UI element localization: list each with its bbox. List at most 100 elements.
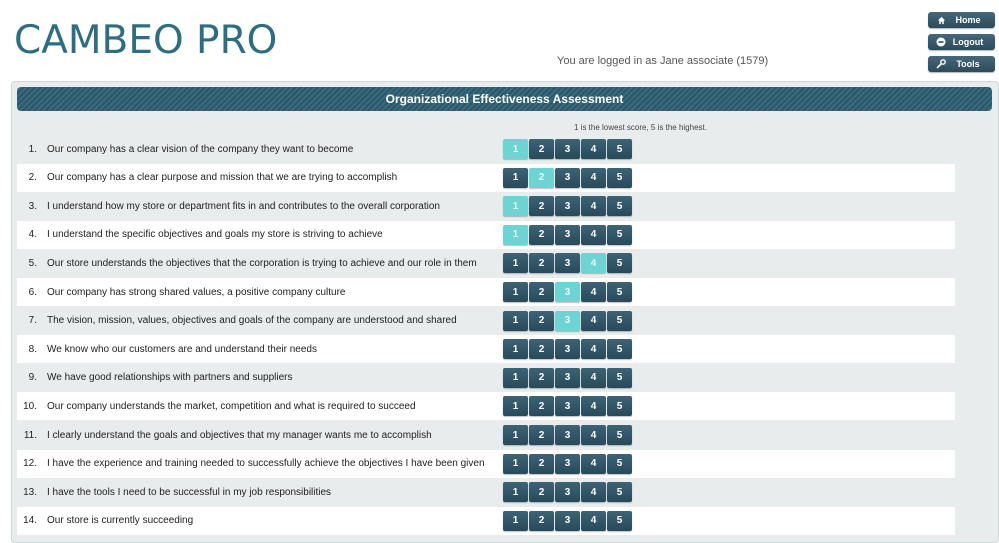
rating-button-2[interactable]: 2 [529, 196, 554, 217]
rating-button-2[interactable]: 2 [529, 139, 554, 159]
wrench-icon [933, 59, 949, 69]
question-number: 4. [28, 229, 37, 241]
rating-button-3[interactable]: 3 [555, 367, 580, 388]
question-text: I have the experience and training neede… [47, 458, 485, 470]
rating-button-3[interactable]: 3 [555, 482, 580, 503]
rating-button-4[interactable]: 4 [581, 139, 606, 159]
rating-button-4[interactable]: 4 [581, 339, 606, 360]
rating-button-5[interactable]: 5 [607, 224, 632, 245]
rating-button-5[interactable]: 5 [607, 167, 632, 188]
home-icon [933, 16, 949, 25]
question-number: 11. [23, 429, 37, 441]
rating-button-3[interactable]: 3 [555, 196, 580, 217]
rating-group: 12345 [503, 139, 632, 159]
rating-button-1[interactable]: 1 [503, 139, 528, 159]
rating-button-3[interactable]: 3 [555, 253, 580, 274]
rating-button-4[interactable]: 4 [581, 310, 606, 331]
tools-button[interactable]: Tools [928, 56, 995, 72]
rating-button-5[interactable]: 5 [607, 482, 632, 503]
rating-button-1[interactable]: 1 [503, 367, 528, 388]
login-status: You are logged in as Jane associate (157… [557, 55, 769, 67]
home-button[interactable]: Home [928, 12, 995, 28]
rating-button-2[interactable]: 2 [529, 425, 554, 445]
question-row: 4. I understand the specific objectives a… [17, 220, 955, 249]
question-number: 3. [28, 200, 37, 212]
rating-button-2[interactable]: 2 [529, 282, 554, 302]
rating-button-4[interactable]: 4 [581, 224, 606, 245]
home-label: Home [955, 15, 981, 25]
rating-group: 12345 [503, 282, 632, 302]
rating-button-5[interactable]: 5 [607, 453, 632, 474]
rating-button-4[interactable]: 4 [581, 425, 606, 445]
question-number: 2. [28, 172, 37, 184]
rating-button-1[interactable]: 1 [503, 196, 528, 217]
rating-button-4[interactable]: 4 [581, 482, 606, 503]
rating-button-4[interactable]: 4 [581, 167, 606, 188]
question-number: 13. [23, 486, 37, 498]
rating-button-3[interactable]: 3 [555, 396, 580, 417]
rating-button-2[interactable]: 2 [529, 339, 554, 360]
rating-group: 12345 [503, 482, 632, 503]
rating-button-5[interactable]: 5 [607, 396, 632, 417]
rating-button-3[interactable]: 3 [555, 167, 580, 188]
question-row: 6. Our company has strong shared values, … [17, 278, 955, 306]
question-row: 11. I clearly understand the goals and ob… [17, 421, 955, 449]
rating-button-3[interactable]: 3 [555, 282, 580, 302]
rating-button-1[interactable]: 1 [503, 453, 528, 474]
question-row: 14. Our store is currently succeeding 1 2 3 4… [17, 506, 955, 535]
rating-button-3[interactable]: 3 [555, 310, 580, 331]
rating-button-5[interactable]: 5 [607, 253, 632, 274]
logout-label: Logout [952, 37, 984, 47]
rating-button-1[interactable]: 1 [503, 282, 528, 302]
logout-button[interactable]: Logout [928, 34, 995, 50]
rating-button-2[interactable]: 2 [529, 167, 554, 188]
rating-group: 12345 [503, 310, 632, 331]
rating-button-2[interactable]: 2 [529, 367, 554, 388]
question-number: 12. [23, 458, 37, 470]
rating-button-1[interactable]: 1 [503, 339, 528, 360]
question-text: Our company has strong shared values, a … [47, 286, 346, 298]
question-row: 10. Our company understands the market, c… [17, 392, 955, 421]
question-text: I understand the specific objectives and… [47, 229, 383, 241]
question-text: Our store is currently succeeding [47, 515, 194, 527]
rating-button-1[interactable]: 1 [503, 482, 528, 503]
question-row: 2. Our company has a clear purpose and mi… [17, 163, 955, 192]
rating-button-2[interactable]: 2 [529, 253, 554, 274]
question-text: I have the tools I need to be successful… [47, 486, 332, 498]
rating-button-5[interactable]: 5 [607, 196, 632, 217]
rating-button-3[interactable]: 3 [555, 139, 580, 159]
rating-button-4[interactable]: 4 [581, 282, 606, 302]
rating-button-5[interactable]: 5 [607, 310, 632, 331]
rating-button-4[interactable]: 4 [581, 253, 606, 274]
rating-button-5[interactable]: 5 [607, 139, 632, 159]
rating-button-1[interactable]: 1 [503, 310, 528, 331]
rating-button-1[interactable]: 1 [503, 425, 528, 445]
rating-button-2[interactable]: 2 [529, 310, 554, 331]
rating-button-2[interactable]: 2 [529, 482, 554, 503]
rating-group: 12345 [503, 396, 632, 417]
rating-button-4[interactable]: 4 [581, 196, 606, 217]
rating-button-3[interactable]: 3 [555, 339, 580, 360]
rating-button-2[interactable]: 2 [529, 224, 554, 245]
rating-button-2[interactable]: 2 [529, 396, 554, 417]
rating-button-4[interactable]: 4 [581, 396, 606, 417]
rating-button-3[interactable]: 3 [555, 453, 580, 474]
rating-button-3[interactable]: 3 [555, 224, 580, 245]
rating-button-3[interactable]: 3 [555, 425, 580, 445]
rating-button-5[interactable]: 5 [607, 282, 632, 302]
rating-button-1[interactable]: 1 [503, 224, 528, 245]
question-number: 8. [28, 343, 37, 355]
rating-group: 12345 [503, 453, 632, 474]
rating-button-1[interactable]: 1 [503, 396, 528, 417]
rating-button-4[interactable]: 4 [581, 453, 606, 474]
rating-button-1[interactable]: 1 [503, 253, 528, 274]
rating-button-5[interactable]: 5 [607, 367, 632, 388]
question-text: I understand how my store or department … [47, 200, 440, 212]
rating-button-5[interactable]: 5 [607, 339, 632, 360]
question-number: 6. [28, 286, 37, 298]
rating-button-5[interactable]: 5 [607, 425, 632, 445]
rating-button-4[interactable]: 4 [581, 367, 606, 388]
rating-button-2[interactable]: 2 [529, 453, 554, 474]
rating-button-1[interactable]: 1 [503, 167, 528, 188]
question-number: 14. [23, 515, 37, 527]
